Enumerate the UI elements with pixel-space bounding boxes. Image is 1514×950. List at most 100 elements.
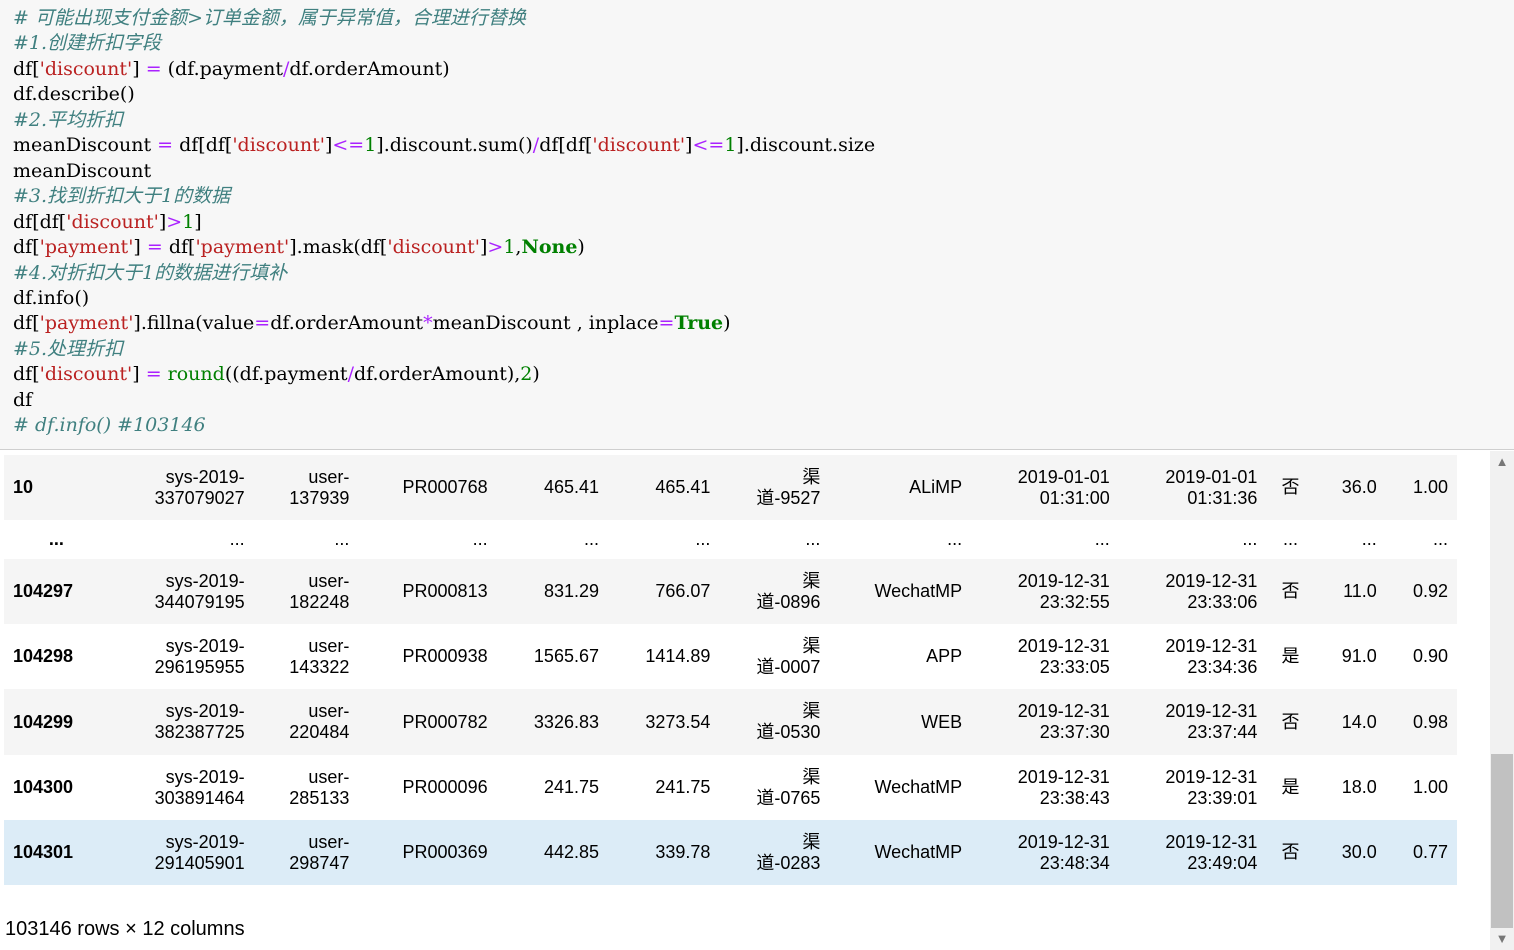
table-cell: PR000938 — [402, 646, 488, 666]
code-token: > — [166, 210, 183, 233]
code-line: df['payment'].fillna(value=df.orderAmoun… — [13, 311, 875, 336]
code-token: 'discount' — [39, 363, 133, 386]
code-token: = — [157, 134, 174, 157]
table-cell: ... — [1242, 529, 1258, 549]
code-token: 'payment' — [195, 236, 290, 259]
scroll-thumb[interactable] — [1491, 754, 1513, 928]
table-cell: 0.98 — [1412, 711, 1448, 732]
table-cell: sys-2019- 382387725 — [154, 701, 245, 742]
table-cell: 是 — [1281, 777, 1300, 797]
table-cell: 3326.83 — [533, 711, 599, 732]
table-cell: user- 298747 — [289, 831, 350, 873]
code-token: ] — [132, 57, 146, 80]
table-cell: 14.0 — [1341, 711, 1377, 732]
table-cell: PR000096 — [402, 777, 488, 797]
code-line: #3.找到折扣大于1的数据 — [13, 184, 875, 209]
table-cell: PR000782 — [402, 711, 488, 732]
table-cell: sys-2019- 291405901 — [154, 831, 245, 873]
table-cell: sys-2019- 337079027 — [154, 466, 245, 508]
row-index: 104301 — [13, 842, 74, 862]
code-token: 1 — [182, 210, 195, 233]
table-cell: 442.85 — [543, 842, 599, 862]
code-token: df.info() — [13, 286, 90, 309]
code-token: > — [487, 236, 504, 259]
code-token: True — [674, 312, 724, 335]
table-cell: WechatMP — [874, 842, 963, 862]
table-cell: 否 — [1281, 581, 1300, 601]
code-token: df[ — [13, 363, 40, 386]
code-token: df.orderAmount — [270, 312, 424, 335]
table-cell: 0.90 — [1412, 646, 1448, 666]
code-token: df[ — [13, 57, 40, 80]
table-cell: sys-2019- 344079195 — [154, 570, 245, 612]
output-area: 10 sys-2019- 337079027 user- 137939 PR000768 4… — [0, 451, 1490, 950]
scroll-up-arrow-icon[interactable]: ▲ — [1490, 453, 1514, 471]
code-line: meanDiscount = df[df['discount']<=1].dis… — [13, 133, 875, 158]
code-token: = — [658, 312, 675, 335]
code-token: ].fillna(value — [133, 312, 255, 335]
code-token: #2.平均折扣 — [13, 108, 124, 131]
code-token: df — [13, 388, 33, 411]
code-cell[interactable]: # 可能出现支付金额>订单金额，属于异常值，合理进行替换 #1.创建折扣字段 df[… — [0, 0, 1514, 450]
table-cell: 2019-12-31 23:39:01 — [1165, 766, 1258, 808]
table-cell: 241.75 — [655, 777, 711, 797]
row-index: 104297 — [13, 581, 74, 601]
table-cell: ... — [229, 529, 245, 549]
code-token: #4.对折扣大于1的数据进行填补 — [13, 261, 288, 284]
table-cell: 2019-12-31 23:38:43 — [1017, 766, 1110, 808]
code-line: df['payment'] = df['payment'].mask(df['d… — [13, 235, 875, 260]
code-editor[interactable]: # 可能出现支付金额>订单金额，属于异常值，合理进行替换 #1.创建折扣字段 df[… — [13, 6, 875, 439]
code-token: ) — [723, 312, 731, 335]
scroll-down-arrow-icon[interactable]: ▼ — [1490, 930, 1514, 948]
code-line: df — [13, 388, 875, 413]
code-token: #1.创建折扣字段 — [13, 32, 162, 55]
table-cell: 否 — [1281, 711, 1300, 732]
code-token: ].discount.size — [736, 134, 876, 157]
row-index: 10 — [13, 477, 34, 497]
table-row: ....................................... — [4, 520, 1457, 559]
table-row: 104299 sys-2019- 382387725 user- 220484 PR000… — [4, 689, 1457, 755]
table-cell: 否 — [1281, 477, 1300, 497]
table-cell: 465.41 — [655, 477, 711, 497]
row-index: 104299 — [13, 711, 74, 732]
table-cell: 1.00 — [1412, 777, 1448, 797]
code-token: 'discount' — [39, 57, 133, 80]
row-index: ... — [48, 529, 64, 549]
code-token: = — [145, 363, 162, 386]
code-line: #4.对折扣大于1的数据进行填补 — [13, 261, 875, 286]
table-cell: user- 182248 — [289, 570, 350, 612]
code-token: 'discount' — [66, 210, 159, 233]
table-cell: 1.00 — [1412, 477, 1448, 497]
table-cell: user- 220484 — [289, 701, 350, 742]
table-cell: 241.75 — [543, 777, 599, 797]
table-cell: 30.0 — [1341, 842, 1377, 862]
table-cell: 766.07 — [655, 581, 711, 601]
code-token: <= — [332, 134, 365, 157]
code-token: 2 — [520, 363, 533, 386]
code-token: df[ — [13, 236, 40, 259]
code-token: None — [521, 236, 578, 259]
table-cell: 11.0 — [1343, 581, 1377, 601]
code-token: df[df[ — [173, 134, 233, 157]
table-cell: 渠道-0765 — [756, 766, 821, 808]
table-cell: 36.0 — [1341, 477, 1377, 497]
output-scrollbar[interactable]: ▲ ▼ — [1490, 451, 1514, 950]
table-cell: 渠道-0896 — [756, 570, 821, 612]
table-cell: APP — [926, 646, 963, 666]
code-token: #5.处理折扣 — [13, 337, 124, 360]
table-cell: 1414.89 — [645, 646, 711, 666]
table-cell: 0.92 — [1412, 581, 1448, 601]
table-cell: ... — [1432, 529, 1448, 549]
table-cell: 2019-01-01 01:31:36 — [1165, 466, 1258, 508]
table-row: 104301 sys-2019- 291405901 user- 298747 PR000… — [4, 820, 1457, 885]
table-cell: 18.0 — [1341, 777, 1377, 797]
code-token: ].mask(df[ — [289, 236, 388, 259]
code-line: # df.info() #103146 — [13, 413, 875, 438]
table-cell: PR000768 — [402, 477, 488, 497]
code-token: df.orderAmount), — [353, 363, 521, 386]
code-token: 1 — [364, 134, 377, 157]
dataframe-shape-footer: 103146 rows × 12 columns — [5, 918, 245, 940]
table-cell: 是 — [1281, 646, 1300, 666]
table-cell: ... — [695, 529, 711, 549]
table-cell: 1565.67 — [533, 646, 599, 666]
